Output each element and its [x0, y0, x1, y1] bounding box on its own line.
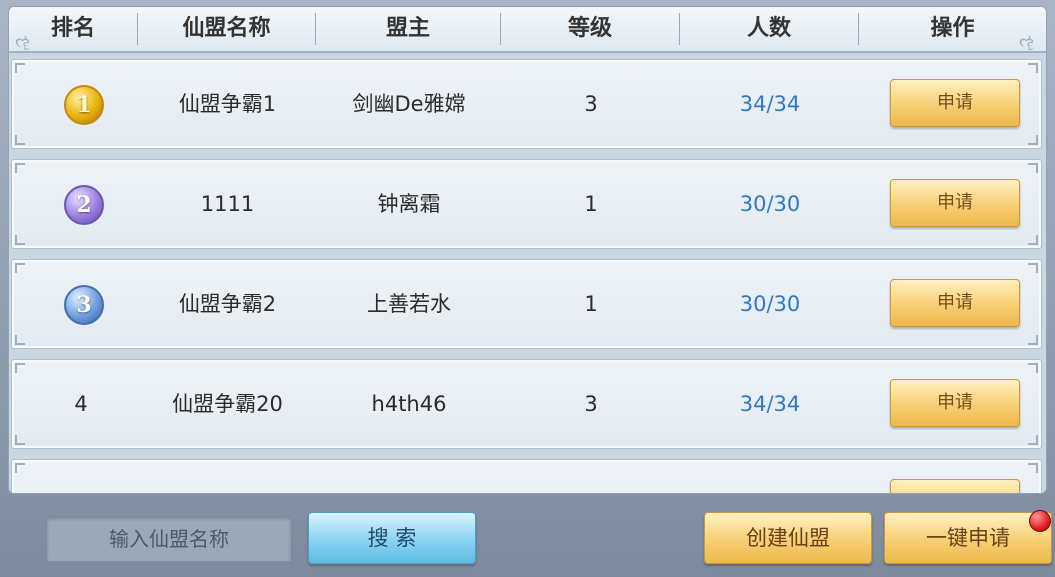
- guild-name: 仙盟争霸2: [178, 292, 277, 316]
- guild-level: 1: [584, 292, 598, 316]
- swirl-ornament-icon: ૡ: [1019, 31, 1035, 52]
- guild-leader: 上善若水: [367, 292, 451, 316]
- corner-ornament: [1028, 335, 1038, 345]
- corner-ornament: [15, 335, 25, 345]
- create-guild-button[interactable]: 创建仙盟: [704, 512, 872, 564]
- corner-ornament: [1028, 435, 1038, 445]
- bottom-action-bar: 输入仙盟名称 搜 索 创建仙盟 一键申请: [0, 492, 1055, 577]
- guild-name: 1111: [200, 192, 255, 216]
- corner-ornament: [15, 63, 25, 73]
- table-row: 4 仙盟争霸20 h4th46 3 34/34 申请: [11, 359, 1042, 449]
- corner-ornament: [1028, 235, 1038, 245]
- corner-ornament: [15, 163, 25, 173]
- corner-ornament: [15, 235, 25, 245]
- guild-name: 仙盟争霸20: [172, 392, 283, 416]
- guild-list-panel: ૡ 排名 仙盟名称 盟主 等级 人数 操作 ૡ 1 仙盟争霸1 剑幽De雅嫦 3…: [8, 6, 1047, 494]
- corner-ornament: [1028, 463, 1038, 473]
- bronze-medal-icon: 3: [64, 285, 104, 325]
- table-row: 3 仙盟争霸2 上善若水 1 30/30 申请: [11, 259, 1042, 349]
- guild-name: 仙盟争霸1: [178, 92, 277, 116]
- corner-ornament: [1028, 163, 1038, 173]
- search-button[interactable]: 搜 索: [308, 512, 476, 564]
- corner-ornament: [1028, 263, 1038, 273]
- one-key-apply-button[interactable]: 一键申请: [884, 512, 1052, 564]
- notification-dot-icon: [1029, 510, 1051, 532]
- corner-ornament: [1028, 363, 1038, 373]
- guild-level: 1: [584, 192, 598, 216]
- guild-leader: 钟离霜: [377, 192, 441, 216]
- corner-ornament: [1028, 63, 1038, 73]
- apply-button[interactable]: 申请: [890, 379, 1020, 427]
- table-row: 1 仙盟争霸1 剑幽De雅嫦 3 34/34 申请: [11, 59, 1042, 149]
- header-action: 操作: [930, 16, 975, 41]
- table-row-partial: [11, 459, 1042, 493]
- apply-button[interactable]: 申请: [890, 279, 1020, 327]
- corner-ornament: [1028, 135, 1038, 145]
- guild-leader: h4th46: [371, 392, 447, 416]
- header-members: 人数: [746, 16, 791, 41]
- guild-members: 30/30: [739, 192, 801, 216]
- gold-medal-icon: 1: [64, 85, 104, 125]
- guild-rank: 4: [74, 392, 88, 416]
- guild-name-search-input[interactable]: 输入仙盟名称: [46, 516, 292, 562]
- header-guild-name: 仙盟名称: [182, 16, 271, 41]
- header-rank: 排名: [50, 16, 95, 41]
- apply-button[interactable]: 申请: [890, 79, 1020, 127]
- table-row: 2 1111 钟离霜 1 30/30 申请: [11, 159, 1042, 249]
- table-header: ૡ 排名 仙盟名称 盟主 等级 人数 操作 ૡ: [9, 7, 1046, 53]
- guild-members: 34/34: [739, 92, 801, 116]
- header-level: 等级: [567, 16, 612, 41]
- guild-members: 30/30: [739, 292, 801, 316]
- apply-button[interactable]: 申请: [890, 179, 1020, 227]
- header-leader: 盟主: [385, 16, 430, 41]
- silver-medal-icon: 2: [64, 185, 104, 225]
- guild-members: 34/34: [739, 392, 801, 416]
- guild-level: 3: [584, 392, 598, 416]
- corner-ornament: [15, 463, 25, 473]
- guild-level: 3: [584, 92, 598, 116]
- guild-leader: 剑幽De雅嫦: [352, 92, 466, 116]
- corner-ornament: [15, 263, 25, 273]
- corner-ornament: [15, 135, 25, 145]
